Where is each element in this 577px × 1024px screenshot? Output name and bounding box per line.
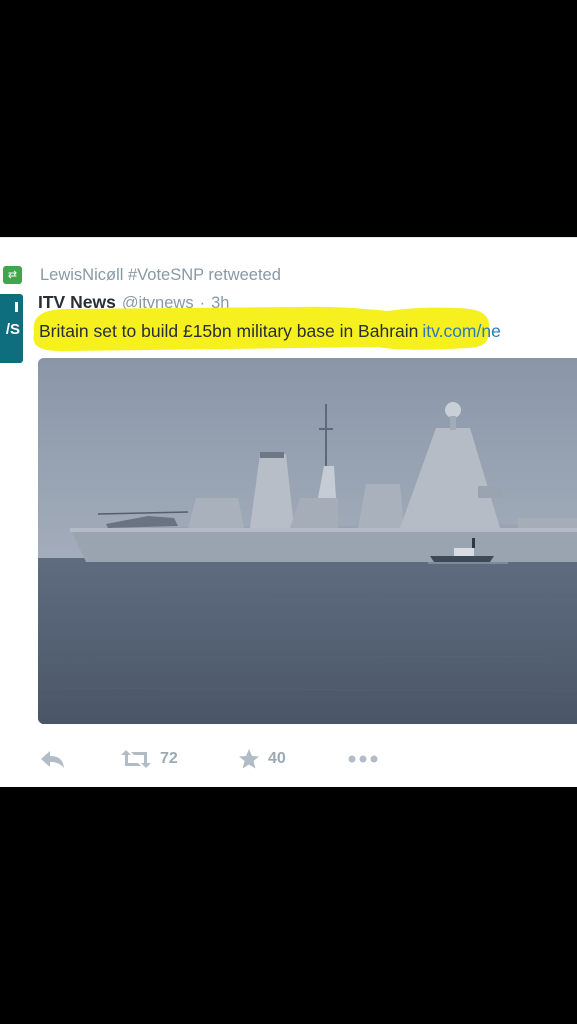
retweet-context-icon: ⇄ xyxy=(3,266,22,284)
more-button[interactable] xyxy=(348,744,378,774)
retweeted-by-text[interactable]: LewisNicøll #VoteSNP retweeted xyxy=(40,266,281,285)
warship-photo xyxy=(38,358,577,724)
reply-icon xyxy=(41,751,64,768)
tweet-actions: 72 40 xyxy=(0,744,577,774)
retweet-icon xyxy=(121,750,151,768)
retweet-count: 72 xyxy=(160,750,178,767)
tweet-card[interactable]: ⇄ LewisNicøll #VoteSNP retweeted /S ITV … xyxy=(0,237,577,787)
retweet-button[interactable]: 72 xyxy=(120,744,178,774)
tweet-link[interactable]: itv.com/ne xyxy=(422,321,500,341)
tweet-body: Britain set to build £15bn military base… xyxy=(39,321,419,341)
retweet-context: ⇄ LewisNicøll #VoteSNP retweeted xyxy=(0,266,577,286)
favorite-button[interactable]: 40 xyxy=(238,744,286,774)
favorite-count: 40 xyxy=(268,750,286,767)
tweet-photo[interactable] xyxy=(38,358,577,724)
tweet-text: Britain set to build £15bn military base… xyxy=(39,321,501,342)
avatar-mark xyxy=(15,302,18,312)
reply-button[interactable] xyxy=(40,744,66,774)
avatar[interactable]: /S xyxy=(0,294,23,363)
avatar-text: /S xyxy=(5,321,20,338)
more-icon xyxy=(348,755,378,763)
star-icon xyxy=(239,749,259,769)
